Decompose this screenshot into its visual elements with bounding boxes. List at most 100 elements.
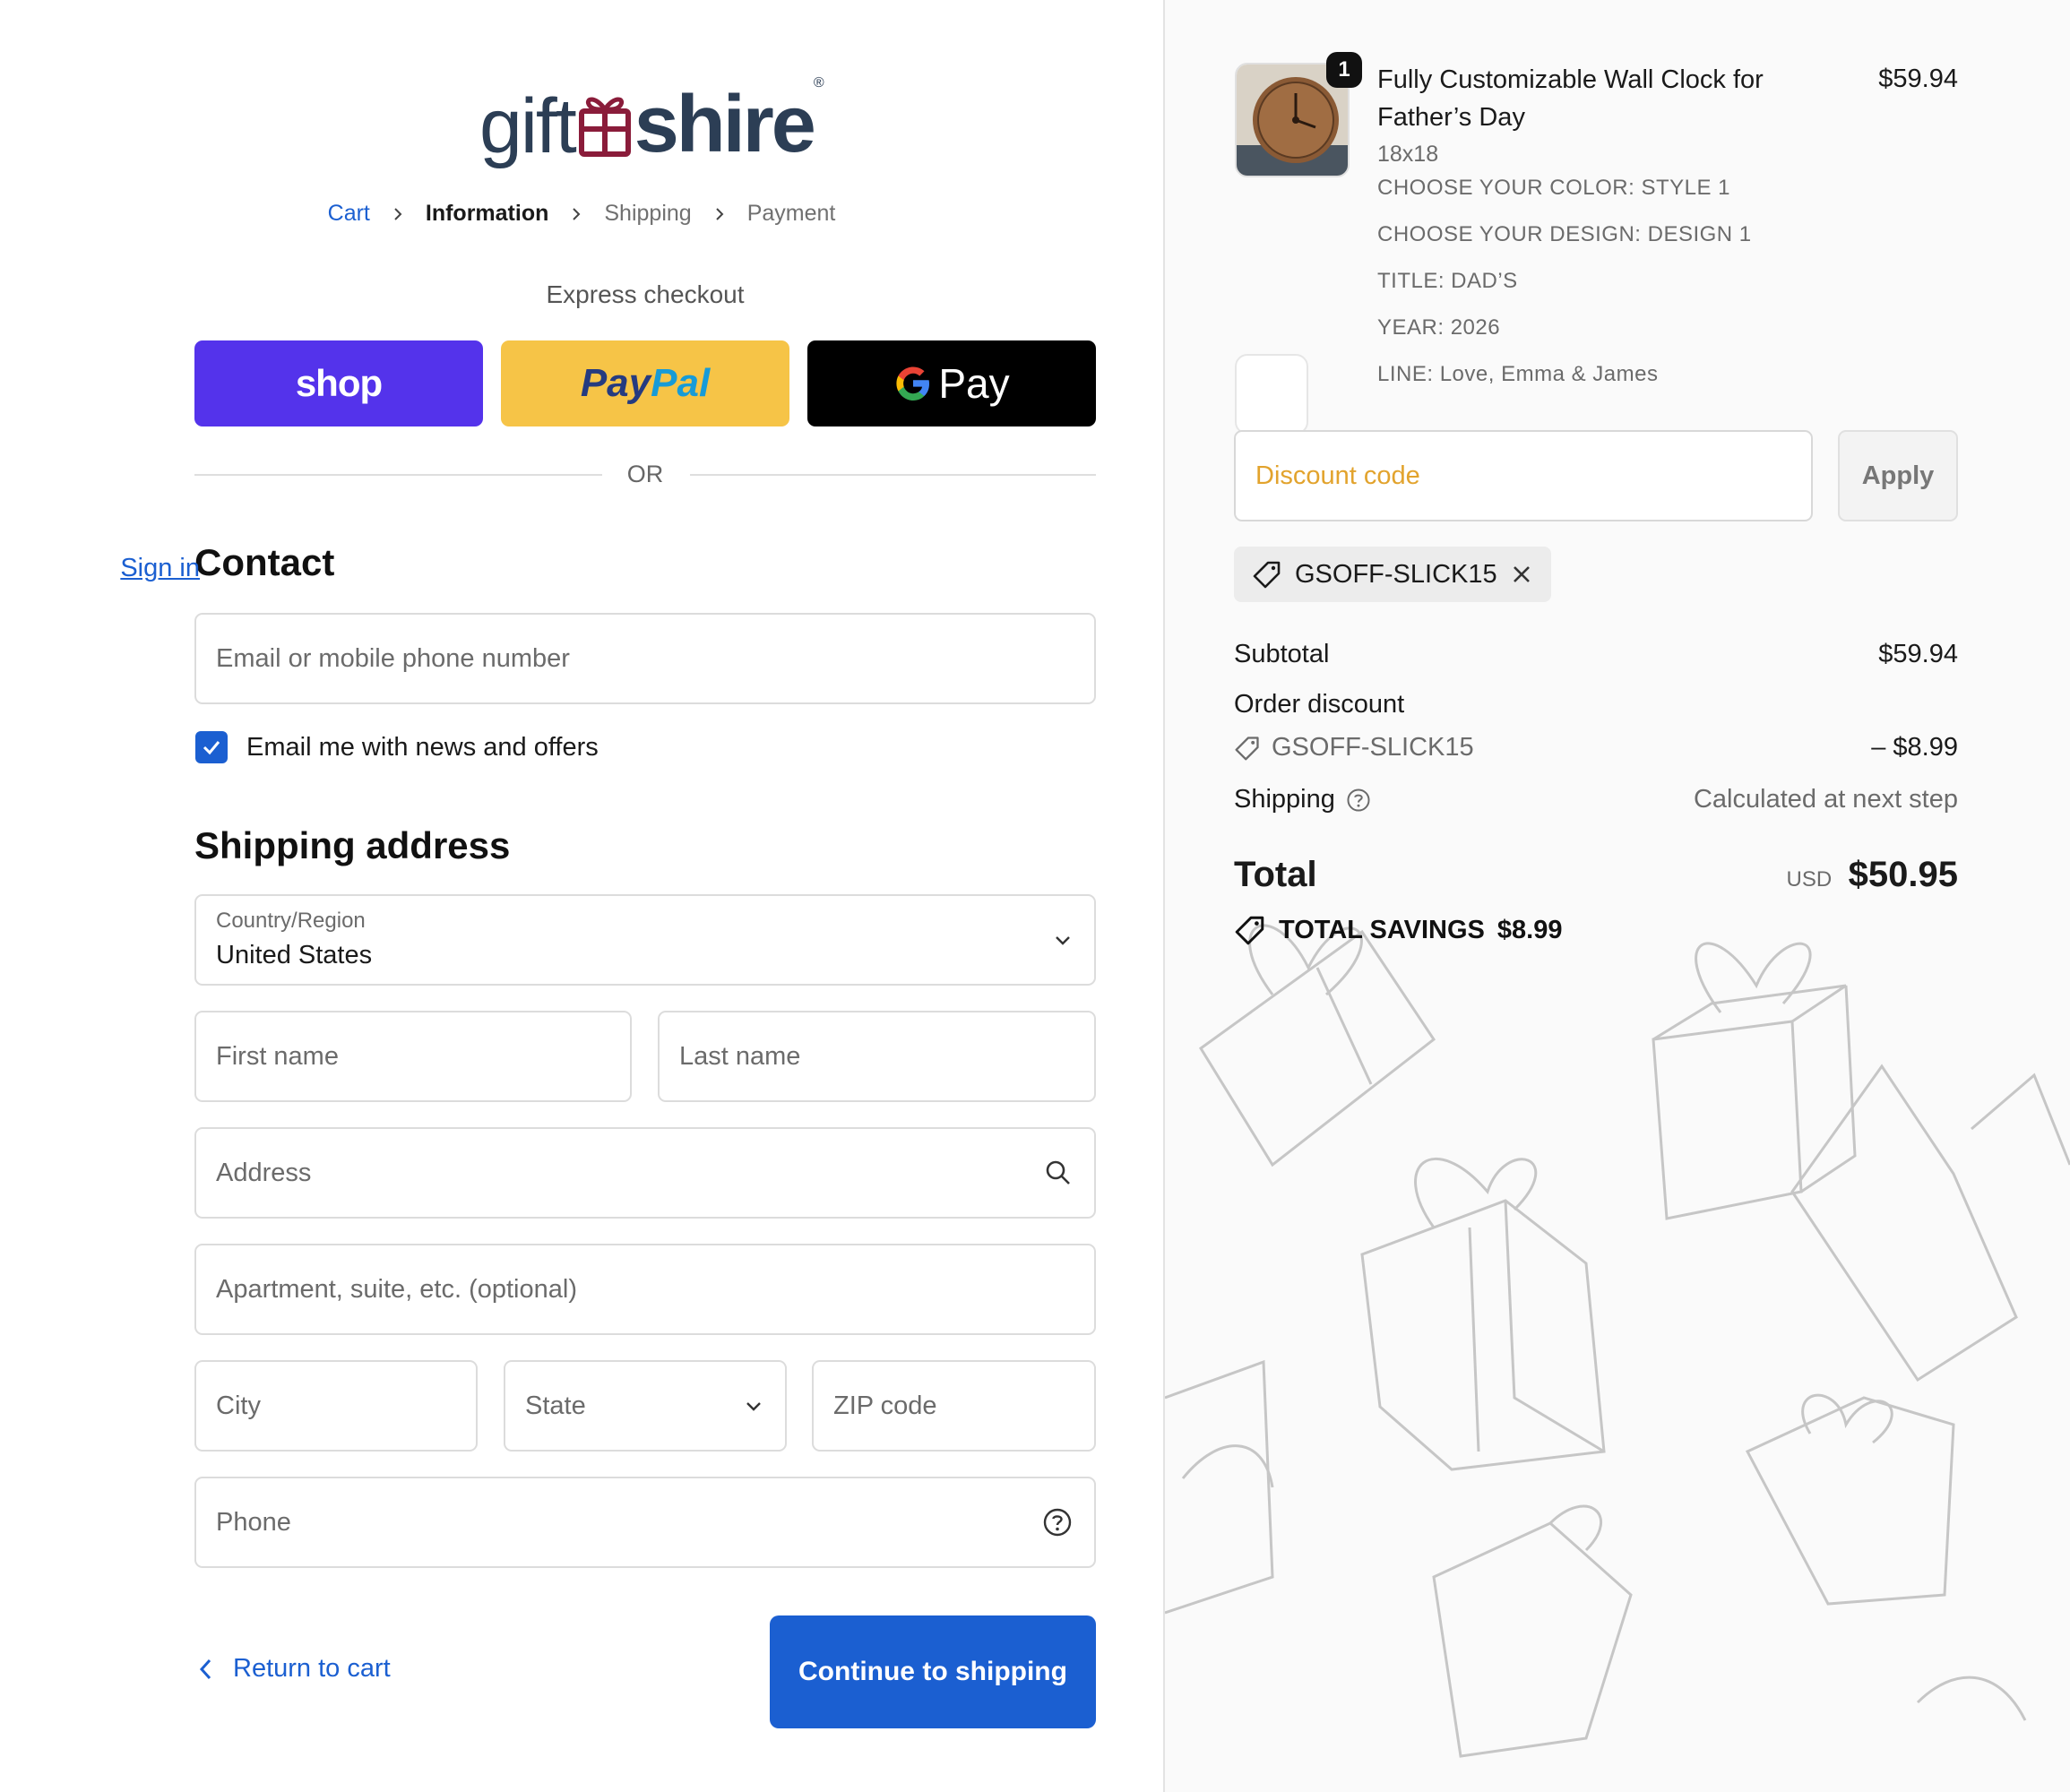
discount-code-line: GSOFF-SLICK15 [1234, 733, 1474, 762]
shipping-label-group: Shipping [1234, 785, 1371, 814]
applied-code-label: GSOFF-SLICK15 [1295, 559, 1497, 589]
discount-code-row: GSOFF-SLICK15 – $8.99 [1234, 733, 1958, 762]
country-label: Country/Region [216, 909, 366, 933]
chevron-down-icon [746, 1402, 761, 1411]
google-pay-button[interactable]: Pay [807, 340, 1096, 426]
subtotal-value: $59.94 [1878, 640, 1958, 668]
chevron-right-icon [394, 207, 402, 220]
quantity-badge: 1 [1326, 52, 1362, 88]
search-icon[interactable] [1044, 1159, 1073, 1187]
shop-pay-label: shop [295, 362, 383, 404]
google-pay-label: Pay [893, 359, 1010, 408]
tag-icon [1235, 916, 1264, 945]
breadcrumb-payment: Payment [746, 201, 836, 226]
close-icon[interactable] [1510, 563, 1533, 586]
state-select[interactable]: State [504, 1360, 787, 1452]
giftshire-logo[interactable]: gift shire ® [479, 57, 824, 165]
contact-title: Contact [194, 541, 335, 583]
product-title: Fully Customizable Wall Clock for Father… [1377, 65, 1764, 132]
divider-line-right [690, 474, 1096, 476]
breadcrumb-information: Information [425, 201, 549, 226]
help-circle-icon[interactable] [1042, 1507, 1073, 1538]
breadcrumb-cart[interactable]: Cart [328, 201, 370, 227]
help-circle-icon[interactable] [1346, 788, 1371, 813]
product-price: $59.94 [1878, 65, 1958, 93]
order-summary-panel: 1 Fully Customizable Wall Clock for Fath… [1165, 0, 2070, 1792]
email-field[interactable]: Email or mobile phone number [194, 613, 1096, 704]
apartment-field[interactable]: Apartment, suite, etc. (optional) [194, 1244, 1096, 1335]
google-g-icon [896, 366, 930, 401]
product-option: LINE: Love, Emma & James [1377, 362, 1659, 386]
subtotal-label: Subtotal [1234, 640, 1330, 668]
chevron-right-icon [573, 207, 581, 220]
first-name-field[interactable]: First name [194, 1011, 632, 1102]
gpay-text: Pay [938, 360, 1010, 407]
return-to-cart-label: Return to cart [233, 1654, 391, 1683]
country-value: United States [216, 941, 373, 969]
applied-discount-chip: GSOFF-SLICK15 [1234, 547, 1551, 602]
first-name-placeholder: First name [216, 1041, 339, 1071]
savings-label: TOTAL SAVINGS [1279, 915, 1485, 944]
last-name-field[interactable]: Last name [658, 1011, 1096, 1102]
city-placeholder: City [216, 1391, 261, 1420]
breadcrumb-shipping: Shipping [604, 201, 692, 226]
discount-code-text: GSOFF-SLICK15 [1272, 733, 1474, 762]
return-to-cart-link[interactable]: Return to cart [197, 1654, 391, 1684]
city-field[interactable]: City [194, 1360, 478, 1452]
shipping-address-title: Shipping address [194, 824, 511, 866]
total-amount-group: USD $50.95 [1787, 855, 1958, 895]
shipping-row: Shipping Calculated at next step [1234, 785, 1958, 814]
continue-to-shipping-button[interactable]: Continue to shipping [770, 1615, 1096, 1728]
express-checkout-title: Express checkout [546, 280, 745, 308]
paypal-label-pal: Pal [651, 361, 711, 405]
logo-text-gift: gift [479, 83, 577, 169]
newsletter-label: Email me with news and offers [246, 733, 599, 762]
checkout-form-panel: gift shire ® Cart Information Shipping P… [0, 0, 1163, 1792]
product-option: YEAR: 2026 [1377, 315, 1501, 340]
phone-field[interactable]: Phone [194, 1477, 1096, 1568]
gift-pattern-background [1165, 924, 2070, 1758]
total-savings: TOTAL SAVINGS $8.99 [1234, 914, 1562, 946]
zip-placeholder: ZIP code [833, 1391, 937, 1420]
order-discount-label: Order discount [1234, 690, 1405, 719]
paypal-label: PayPal [581, 361, 710, 406]
total-label: Total [1234, 855, 1317, 894]
product-option: CHOOSE YOUR DESIGN: DESIGN 1 [1377, 222, 1752, 246]
chevron-left-icon [199, 1658, 211, 1679]
logo-text-shire: shire [634, 80, 816, 169]
address-placeholder: Address [216, 1158, 312, 1187]
registered-mark: ® [813, 75, 824, 90]
discount-value: – $8.99 [1871, 733, 1958, 762]
total-row: Total USD $50.95 [1234, 855, 1958, 895]
savings-value: $8.99 [1496, 915, 1563, 944]
address-field[interactable]: Address [194, 1127, 1096, 1219]
tag-icon [1253, 561, 1281, 589]
or-divider: OR [194, 457, 1096, 493]
apply-discount-button[interactable]: Apply [1838, 430, 1958, 521]
breadcrumb: Cart Information Shipping Payment [0, 201, 1163, 227]
chevron-right-icon [715, 207, 724, 220]
checkmark-icon [203, 741, 220, 755]
paypal-label-pay: Pay [580, 361, 651, 405]
currency-label: USD [1786, 867, 1833, 892]
shipping-value: Calculated at next step [1693, 785, 1958, 814]
gift-box-icon [578, 95, 631, 158]
subtotal-row: Subtotal $59.94 [1234, 640, 1958, 669]
discount-code-input[interactable]: Discount code [1234, 430, 1813, 521]
product-option: CHOOSE YOUR COLOR: STYLE 1 [1377, 176, 1730, 200]
zip-field[interactable]: ZIP code [812, 1360, 1096, 1452]
shipping-label: Shipping [1234, 785, 1335, 814]
product-option: TITLE: DAD’S [1377, 269, 1518, 293]
country-select[interactable]: Country/Region United States [194, 894, 1096, 986]
newsletter-checkbox[interactable] [195, 731, 228, 763]
sign-in-link[interactable]: Sign in [120, 554, 200, 583]
chevron-down-icon [1056, 936, 1070, 945]
discount-code-placeholder: Discount code [1255, 461, 1420, 490]
apartment-placeholder: Apartment, suite, etc. (optional) [216, 1274, 577, 1304]
last-name-placeholder: Last name [679, 1041, 801, 1071]
paypal-button[interactable]: PayPal [501, 340, 789, 426]
tag-icon [1235, 736, 1259, 760]
state-placeholder: State [525, 1391, 586, 1420]
phone-placeholder: Phone [216, 1507, 291, 1537]
shop-pay-button[interactable]: shop [194, 340, 483, 426]
